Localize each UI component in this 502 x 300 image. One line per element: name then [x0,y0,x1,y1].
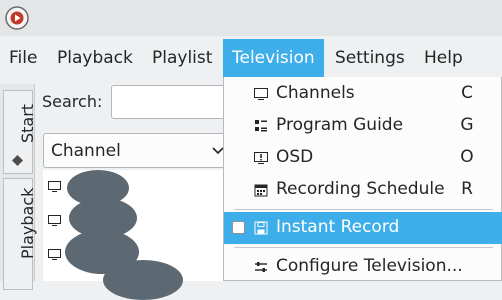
channel-list [43,170,233,300]
menu-bar: File Playback Playlist Television Settin… [0,39,502,77]
tab-playback[interactable]: Playback [3,178,37,290]
channel-filter-combobox[interactable]: Channel [43,133,233,168]
menu-separator [234,247,493,248]
title-bar [0,0,502,36]
tv-icon [48,181,61,192]
menu-item-label: Recording Schedule [276,179,445,199]
save-icon [254,221,268,235]
menu-item-shortcut: G [460,115,474,135]
channel-filter-value: Channel [51,141,121,161]
menu-item-program-guide[interactable]: Program Guide G [224,110,502,142]
menu-help[interactable]: Help [415,39,472,77]
redaction-blob [103,260,183,300]
menu-television[interactable]: Television [223,39,324,77]
instant-record-checkbox[interactable] [232,221,245,234]
menu-item-label: Channels [276,83,355,103]
menu-file[interactable]: File [0,39,46,77]
tab-start-label: Start [18,103,37,143]
tab-start[interactable]: Start [3,90,37,174]
program-guide-icon [255,120,267,132]
television-menu: Channels C Program Guide G OSD O Recordi… [223,77,502,281]
menu-item-shortcut: O [460,147,474,167]
menu-item-shortcut: C [461,83,473,103]
player-logo-icon[interactable] [5,6,29,30]
search-label: Search: [42,92,103,111]
menu-separator [234,209,493,210]
menu-item-label: Instant Record [276,217,400,237]
tab-playback-label: Playback [18,187,37,259]
menu-settings[interactable]: Settings [326,39,414,77]
menu-item-channels[interactable]: Channels C [224,78,502,110]
menu-item-recording-schedule[interactable]: Recording Schedule R [224,174,502,206]
menu-item-label: Configure Television... [276,256,463,276]
tv-icon [48,249,61,260]
start-icon [12,155,23,166]
menu-item-osd[interactable]: OSD O [224,142,502,174]
menu-playback[interactable]: Playback [48,39,142,77]
menu-item-label: OSD [276,147,314,167]
monitor-icon [254,88,268,100]
menu-item-configure-television[interactable]: Configure Television... [224,251,502,283]
side-tab-bar: Start Playback [0,84,37,290]
tv-icon [48,215,61,226]
osd-icon [254,152,268,164]
menu-playlist[interactable]: Playlist [143,39,221,77]
calendar-icon [254,184,268,197]
configure-icon [255,262,267,272]
menu-item-label: Program Guide [276,115,404,135]
menu-item-instant-record[interactable]: Instant Record [224,212,502,244]
menu-item-shortcut: R [461,179,473,199]
